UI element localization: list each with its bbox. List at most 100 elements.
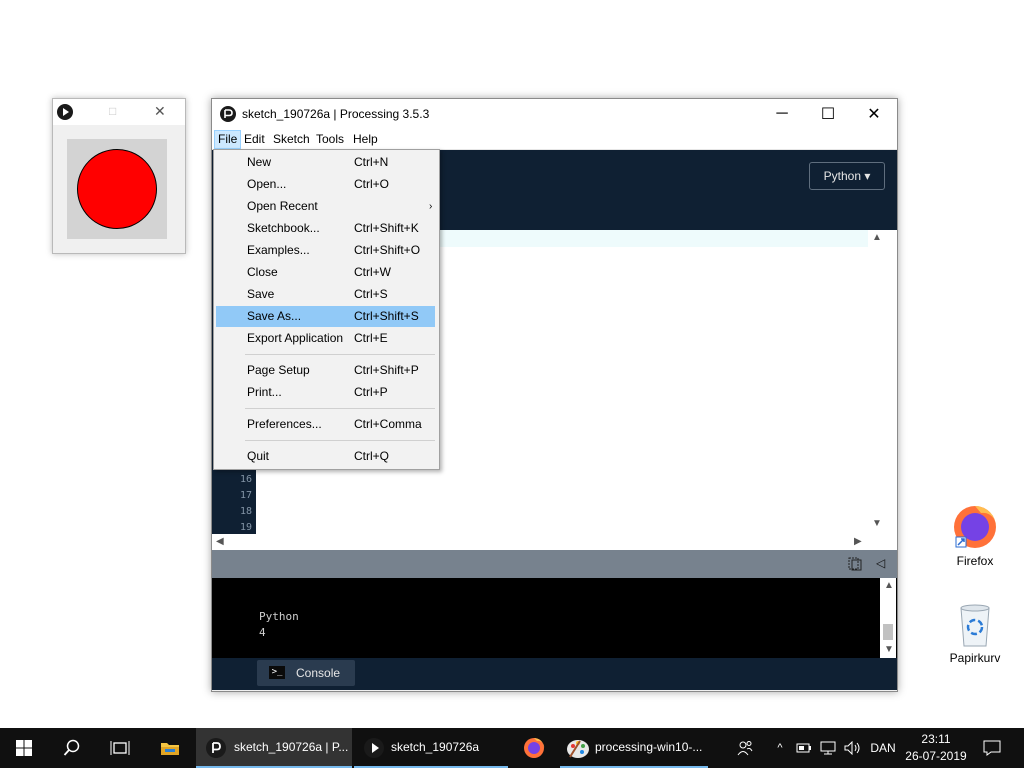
clock-date: 26-07-2019 [905, 749, 967, 763]
taskbar-app-label: sketch_190726a | P... [234, 740, 349, 754]
footer-bar: >_ Console [212, 658, 897, 690]
scroll-down-icon[interactable]: ▼ [872, 518, 882, 529]
sketch-canvas [67, 139, 167, 239]
console-tab[interactable]: >_ Console [257, 660, 355, 686]
chevron-right-icon: › [429, 201, 433, 212]
menu-item-quit[interactable]: Quit Ctrl+Q [216, 446, 435, 467]
people-icon [737, 741, 753, 756]
firefox-icon [954, 506, 997, 548]
task-view-icon [110, 741, 130, 755]
window-title: sketch_190726a | Processing 3.5.3 [242, 107, 430, 121]
line-number: 16 [239, 474, 252, 485]
menu-help[interactable]: Help [350, 131, 381, 148]
menu-separator [245, 354, 435, 355]
menu-item-save[interactable]: Save Ctrl+S [216, 284, 435, 305]
menu-item-examples[interactable]: Examples... Ctrl+Shift+O [216, 240, 435, 261]
windows-logo-icon [16, 740, 32, 756]
menu-bar: File Edit Sketch Tools Help [212, 129, 897, 150]
desktop-firefox[interactable]: Firefox [945, 503, 1005, 568]
taskbar-app-label: processing-win10-... [595, 740, 703, 754]
desktop-recycle-label: Papirkurv [949, 651, 1001, 665]
volume-icon[interactable] [844, 728, 862, 768]
menu-item-save-as[interactable]: Save As... Ctrl+Shift+S [216, 306, 435, 327]
menu-item-preferences[interactable]: Preferences... Ctrl+Comma [216, 414, 435, 435]
menu-item-new[interactable]: New Ctrl+N [216, 152, 435, 173]
red-circle [77, 149, 157, 229]
console-icon: >_ [269, 666, 285, 679]
status-bar: ◁ [212, 550, 897, 578]
clock-time: 23:11 [921, 732, 951, 746]
menu-item-close[interactable]: Close Ctrl+W [216, 262, 435, 283]
processing-logo-icon [220, 106, 236, 122]
console-tab-label: Console [296, 666, 341, 680]
copy-console-icon[interactable] [848, 557, 862, 571]
processing-run-icon [364, 738, 384, 758]
menu-item-open[interactable]: Open... Ctrl+O [216, 174, 435, 195]
menu-sketch[interactable]: Sketch [270, 131, 313, 148]
action-center-button[interactable] [976, 728, 1008, 768]
console-line: Python [259, 610, 299, 623]
menu-item-open-recent[interactable]: Open Recent › [216, 196, 435, 217]
battery-icon[interactable] [796, 728, 812, 768]
people-button[interactable] [734, 728, 756, 768]
minimize-icon[interactable]: □ [109, 104, 116, 118]
console-line: 4 [259, 626, 266, 639]
close-button[interactable]: ✕ [851, 99, 897, 129]
clock[interactable]: 23:11 26-07-2019 [904, 728, 968, 768]
language-indicator[interactable]: DAN [870, 728, 896, 768]
scroll-thumb[interactable] [883, 624, 893, 640]
line-number: 17 [239, 490, 252, 501]
network-icon[interactable] [820, 728, 838, 768]
taskbar: sketch_190726a | P... sketch_190726a pro… [0, 728, 1024, 768]
scroll-up-icon[interactable]: ▲ [872, 232, 882, 243]
desktop-firefox-label: Firefox [956, 554, 994, 568]
firefox-icon [524, 738, 545, 758]
processing-run-icon [57, 104, 73, 120]
menu-separator [245, 408, 435, 409]
taskbar-app-paint[interactable]: processing-win10-... [560, 728, 708, 768]
menu-file[interactable]: File [214, 130, 242, 149]
file-menu: New Ctrl+N Open... Ctrl+O Open Recent › Ske… [213, 149, 440, 470]
desktop-recycle-bin[interactable]: Papirkurv [945, 602, 1005, 665]
collapse-console-icon[interactable]: ◁ [876, 556, 885, 570]
scroll-up-icon[interactable]: ▲ [884, 580, 894, 591]
scroll-right-icon[interactable]: ▶ [854, 536, 862, 547]
menu-item-sketchbook[interactable]: Sketchbook... Ctrl+Shift+K [216, 218, 435, 239]
sketch-titlebar[interactable]: □ ✕ [53, 99, 185, 125]
console-output: Python 4 ▲ ▼ [212, 578, 897, 658]
taskbar-firefox[interactable] [510, 728, 558, 768]
scroll-left-icon[interactable]: ◀ [216, 536, 224, 547]
folder-icon [161, 743, 179, 755]
line-number: 18 [239, 506, 252, 517]
menu-item-print[interactable]: Print... Ctrl+P [216, 382, 435, 403]
menu-item-page-setup[interactable]: Page Setup Ctrl+Shift+P [216, 360, 435, 381]
menu-item-export-application[interactable]: Export Application Ctrl+E [216, 328, 435, 349]
menu-tools[interactable]: Tools [313, 131, 347, 148]
notification-icon [983, 740, 1001, 756]
close-icon[interactable]: ✕ [154, 103, 166, 120]
sketch-window[interactable]: □ ✕ [52, 98, 186, 254]
recycle-bin-icon [960, 604, 990, 647]
horizontal-scrollbar[interactable]: ◀ ▶ [212, 534, 868, 550]
paint-palette-icon [567, 740, 589, 758]
chevron-up-icon[interactable]: ^ [772, 728, 788, 768]
taskbar-app-processing[interactable]: sketch_190726a | P... [196, 728, 352, 768]
processing-logo-icon [206, 738, 226, 758]
taskbar-app-sketch[interactable]: sketch_190726a [354, 728, 508, 768]
mode-selector[interactable]: Python ▾ [809, 162, 885, 190]
taskbar-app-label: sketch_190726a [391, 740, 480, 754]
console-scrollbar[interactable]: ▲ ▼ [880, 578, 896, 658]
menu-edit[interactable]: Edit [241, 131, 268, 148]
search-icon [63, 739, 80, 756]
task-view-button[interactable] [96, 728, 144, 768]
maximize-button[interactable]: ☐ [805, 99, 851, 129]
menu-separator [245, 440, 435, 441]
scroll-down-icon[interactable]: ▼ [884, 644, 894, 655]
line-number: 19 [239, 522, 252, 533]
vertical-scrollbar[interactable]: ▲ ▼ [868, 230, 884, 534]
search-button[interactable] [48, 728, 96, 768]
start-button[interactable] [0, 728, 48, 768]
main-titlebar[interactable]: sketch_190726a | Processing 3.5.3 ─ ☐ ✕ [212, 99, 897, 129]
file-explorer-button[interactable] [146, 728, 194, 768]
minimize-button[interactable]: ─ [759, 99, 805, 129]
